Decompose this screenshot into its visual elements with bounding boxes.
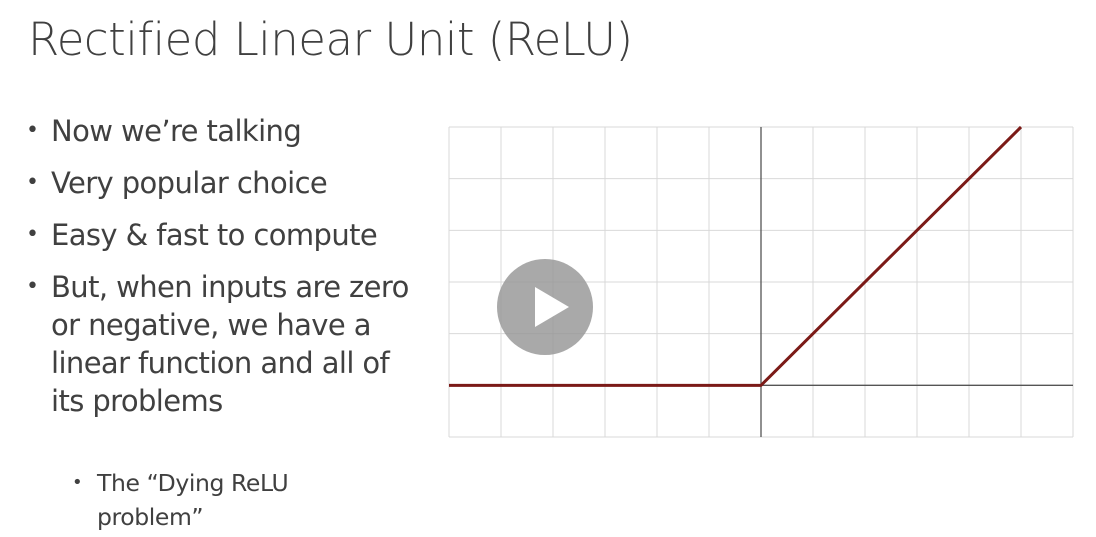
sub-bullet-list: The “Dying ReLU problem” bbox=[26, 466, 372, 534]
sub-bullet-item: The “Dying ReLU problem” bbox=[72, 466, 372, 534]
bullet-item: But, when inputs are zero or negative, w… bbox=[26, 268, 426, 420]
bullet-item: Easy & fast to compute bbox=[26, 216, 426, 254]
bullet-item: Very popular choice bbox=[26, 164, 426, 202]
bullet-item: Now we’re talking bbox=[26, 112, 426, 150]
play-icon bbox=[535, 287, 569, 327]
bullet-item-text: But, when inputs are zero or negative, w… bbox=[51, 270, 409, 418]
slide-title: Rectified Linear Unit (ReLU) bbox=[28, 13, 633, 66]
bullet-list: Now we’re talking Very popular choice Ea… bbox=[26, 112, 426, 420]
play-button[interactable] bbox=[497, 259, 593, 355]
